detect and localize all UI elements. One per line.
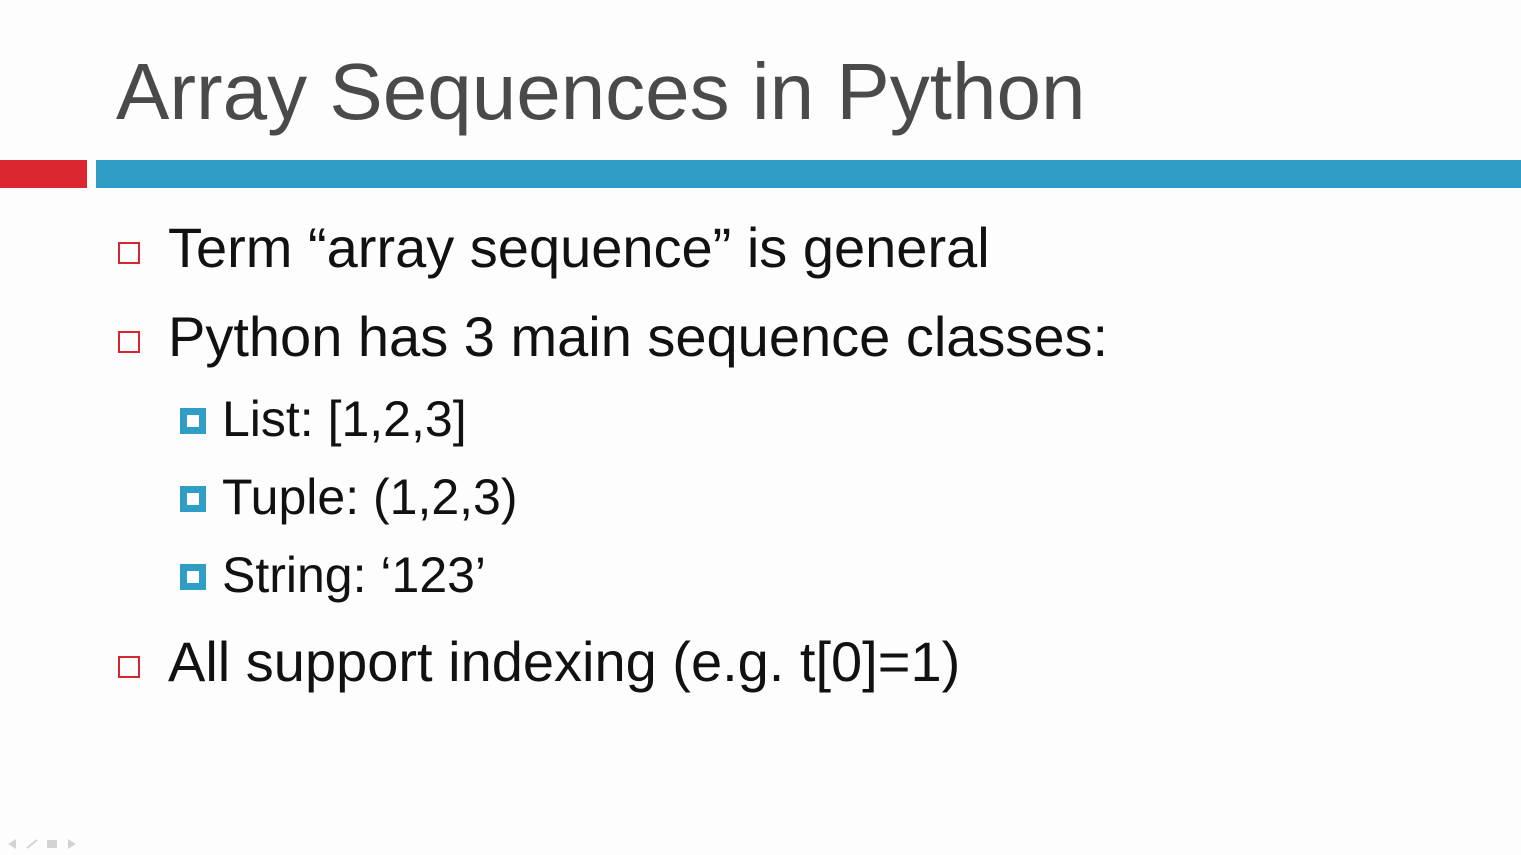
square-bullet-icon [118,331,140,353]
filled-square-bullet-icon [180,486,206,512]
pen-icon[interactable] [26,836,38,849]
bullet-item: All support indexing (e.g. t[0]=1) [118,630,960,694]
filled-square-bullet-icon [180,564,206,590]
title-accent-bar-red [0,160,87,188]
next-icon[interactable] [66,836,78,849]
sub-bullet-text: Tuple: (1,2,3) [222,469,518,525]
menu-icon[interactable] [46,836,58,848]
bullet-item: Term “array sequence” is general [118,216,990,280]
square-bullet-icon [118,656,140,678]
sub-bullet-item: Tuple: (1,2,3) [180,467,518,527]
bullet-text: All support indexing (e.g. t[0]=1) [168,630,961,693]
title-accent-bar-blue [96,160,1521,188]
sub-bullet-item: List: [1,2,3] [180,389,467,449]
sub-bullet-text: List: [1,2,3] [222,391,467,447]
filled-square-bullet-icon [180,408,206,434]
sub-bullet-text: String: ‘123’ [222,547,487,603]
sub-bullet-item: String: ‘123’ [180,545,486,605]
bullet-text: Term “array sequence” is general [168,216,990,279]
previous-icon[interactable] [6,836,18,849]
slideshow-controls [6,836,78,849]
slide: Array Sequences in Python Term “array se… [0,0,1521,855]
bullet-text: Python has 3 main sequence classes: [168,305,1109,368]
slide-title: Array Sequences in Python [116,47,1086,136]
square-bullet-icon [118,242,140,264]
bullet-item: Python has 3 main sequence classes: [118,305,1108,369]
